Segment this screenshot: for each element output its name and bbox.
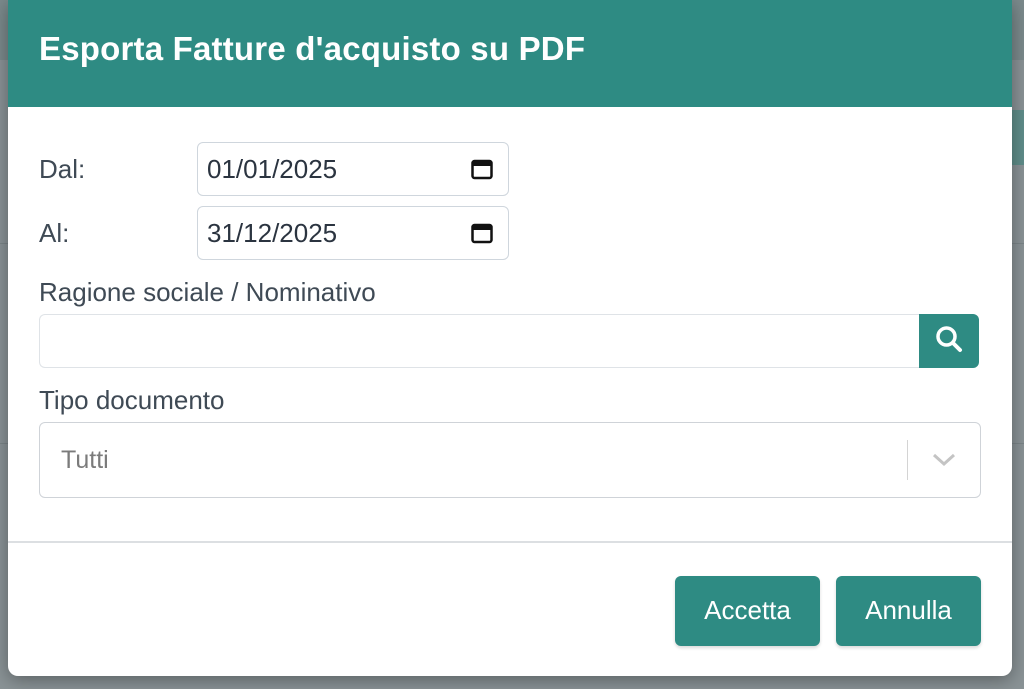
from-date-label: Dal:	[39, 154, 86, 184]
supplier-search-input[interactable]	[39, 314, 919, 368]
supplier-search-group	[39, 314, 979, 368]
to-date-input[interactable]: 31/12/2025	[197, 206, 509, 260]
export-dialog: Esporta Fatture d'acquisto su PDF Dal: 0…	[8, 0, 1012, 676]
to-date-value: 31/12/2025	[207, 217, 338, 248]
to-date-label: Al:	[39, 218, 70, 248]
supplier-label: Ragione sociale / Nominativo	[39, 277, 376, 307]
dialog-body: Dal: 01/01/2025 Al: 31/12/2025 Ragione s	[8, 107, 1012, 541]
cancel-button[interactable]: Annulla	[836, 575, 981, 646]
search-icon	[934, 324, 964, 359]
doc-type-selected-value: Tutti	[61, 445, 109, 474]
supplier-search-button[interactable]	[919, 314, 979, 368]
dialog-title: Esporta Fatture d'acquisto su PDF	[39, 29, 586, 67]
calendar-icon[interactable]	[471, 222, 493, 244]
accept-button[interactable]: Accetta	[675, 575, 820, 646]
from-date-value: 01/01/2025	[207, 153, 338, 184]
doc-type-label: Tipo documento	[39, 385, 225, 415]
calendar-icon[interactable]	[471, 158, 493, 180]
dialog-header: Esporta Fatture d'acquisto su PDF	[8, 0, 1012, 107]
doc-type-select[interactable]: Tutti	[39, 422, 981, 498]
chevron-down-icon[interactable]	[908, 452, 980, 468]
from-date-input[interactable]: 01/01/2025	[197, 142, 509, 196]
dialog-footer: Accetta Annulla	[8, 543, 1012, 676]
